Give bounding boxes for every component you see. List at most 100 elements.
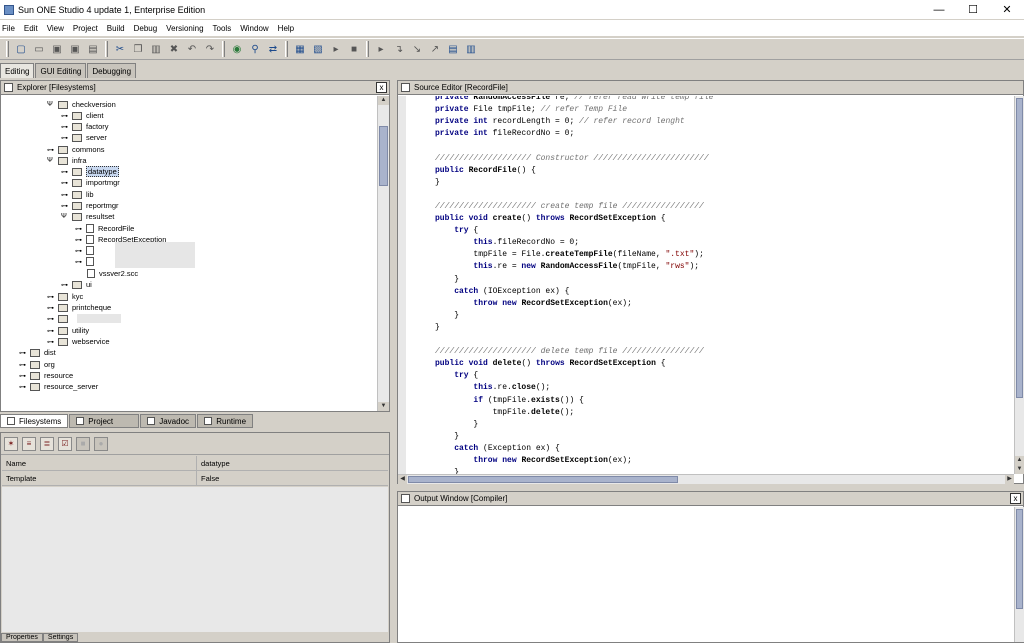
new-file-icon[interactable]: ▢ <box>13 41 29 57</box>
build-icon[interactable]: ▧ <box>310 41 326 57</box>
execute-icon[interactable]: ▸ <box>328 41 344 57</box>
code-line[interactable]: this.re = new RandomAccessFile(tmpFile, … <box>435 261 699 272</box>
tab-javadoc[interactable]: Javadoc <box>140 414 197 428</box>
paste-icon[interactable]: ▥ <box>148 41 164 57</box>
toolbar-grip[interactable] <box>222 41 225 57</box>
property-value[interactable]: False <box>197 471 388 485</box>
step-out-icon[interactable]: ↗ <box>427 41 443 57</box>
expand-handle-icon[interactable]: ⊶ <box>19 361 27 369</box>
expand-handle-icon[interactable]: ⊶ <box>19 383 27 391</box>
tree-node[interactable]: ⊶ org <box>19 359 55 370</box>
tree-node[interactable]: ⊶ commons <box>47 144 105 155</box>
tab-settings[interactable]: Settings <box>42 633 79 642</box>
expand-handle-icon[interactable]: ⊶ <box>61 112 69 120</box>
code-line[interactable]: } <box>435 322 440 333</box>
code-line[interactable]: tmpFile = File.createTempFile(fileName, … <box>435 249 703 260</box>
tab-debugging[interactable]: Debugging <box>87 63 137 78</box>
code-line[interactable]: } <box>435 419 478 430</box>
scroll-thumb[interactable] <box>408 476 678 483</box>
code-line[interactable]: } <box>435 177 440 188</box>
output-vertical-scrollbar[interactable] <box>1014 507 1024 642</box>
tab-project[interactable]: Project <box>69 414 140 428</box>
code-line[interactable]: } <box>435 431 459 442</box>
copy-icon[interactable]: ❐ <box>130 41 146 57</box>
menu-tools[interactable]: Tools <box>213 24 232 33</box>
editor-vertical-scrollbar[interactable]: ▲ ▼ <box>1014 96 1024 474</box>
scroll-thumb[interactable] <box>1016 98 1023 398</box>
tree-node[interactable]: Ψresultset <box>61 211 114 222</box>
expand-handle-icon[interactable]: ⊶ <box>47 146 55 154</box>
expand-handle-icon[interactable]: ⊶ <box>61 168 69 176</box>
tree-node[interactable]: Ψ <box>33 96 44 99</box>
minimize-button[interactable]: — <box>922 0 956 19</box>
tree-node[interactable]: ⊶ kyc <box>47 291 83 302</box>
tree-node[interactable]: ⊶ <box>75 245 98 256</box>
code-line[interactable]: } <box>435 274 459 285</box>
tab-editing[interactable]: Editing <box>0 63 35 78</box>
code-line[interactable]: //////////////////// Constructor ///////… <box>435 153 709 164</box>
tab-runtime[interactable]: Runtime <box>197 414 254 428</box>
explorer-vertical-scrollbar[interactable]: ▲ ▼ <box>377 96 389 411</box>
code-line[interactable]: this.fileRecordNo = 0; <box>435 237 579 248</box>
tab-gui-editing[interactable]: GUI Editing <box>35 63 87 78</box>
sort-by-name-icon[interactable]: ≡ <box>22 436 36 451</box>
output-text-area[interactable] <box>398 507 1014 642</box>
expand-handle-icon[interactable]: ⊶ <box>47 338 55 346</box>
collapse-handle-icon[interactable]: Ψ <box>61 213 69 220</box>
collapse-handle-icon[interactable]: Ψ <box>47 157 55 164</box>
code-line[interactable]: public RecordFile() { <box>435 165 536 176</box>
expand-handle-icon[interactable]: ⊶ <box>61 134 69 142</box>
tree-node[interactable]: ⊶ client <box>61 110 104 121</box>
code-line[interactable]: } <box>435 467 459 474</box>
tree-node[interactable]: ⊶ resource_server <box>19 381 98 392</box>
toolbar-grip[interactable] <box>105 41 108 57</box>
menu-project[interactable]: Project <box>73 24 98 33</box>
menu-view[interactable]: View <box>47 24 64 33</box>
menu-build[interactable]: Build <box>107 24 125 33</box>
save-icon[interactable]: ▣ <box>49 41 65 57</box>
expand-handle-icon[interactable]: ⊶ <box>19 349 27 357</box>
table-row[interactable]: Template False <box>2 471 388 486</box>
tree-node[interactable]: ⊶ <box>47 313 72 324</box>
replace-icon[interactable]: ⇄ <box>265 41 281 57</box>
code-line[interactable]: catch (IOException ex) { <box>435 286 569 297</box>
sort-by-type-icon[interactable]: ≣ <box>40 436 54 451</box>
scroll-thumb[interactable] <box>1016 509 1023 609</box>
code-line[interactable]: public void create() throws RecordSetExc… <box>435 213 666 224</box>
menu-versioning[interactable]: Versioning <box>166 24 203 33</box>
expand-handle-icon[interactable]: ⊶ <box>75 236 83 244</box>
code-line[interactable]: tmpFile.delete(); <box>435 407 575 418</box>
tree-node[interactable]: ⊶ RecordFile <box>75 223 134 234</box>
code-line[interactable]: catch (Exception ex) { <box>435 443 560 454</box>
delete-icon[interactable]: ✖ <box>166 41 182 57</box>
code-line[interactable]: this.re.close(); <box>435 382 550 393</box>
tab-filesystems[interactable]: Filesystems <box>0 414 69 428</box>
help-icon[interactable]: ● <box>94 436 108 451</box>
tree-node[interactable]: ⊶ webservice <box>47 336 110 347</box>
close-button[interactable]: ✕ <box>990 0 1024 19</box>
output-close-button[interactable]: x <box>1010 493 1021 504</box>
tree-node[interactable]: ⊶ dist <box>19 347 56 358</box>
breakpoint-icon[interactable]: ▤ <box>445 41 461 57</box>
expand-handle-icon[interactable]: ⊶ <box>61 191 69 199</box>
web-browser-icon[interactable]: ◉ <box>229 41 245 57</box>
scroll-down-icon[interactable]: ▼ <box>378 402 389 411</box>
table-row[interactable]: Name datatype <box>2 456 388 471</box>
property-value[interactable]: datatype <box>197 456 388 470</box>
code-line[interactable]: ///////////////////// create temp file /… <box>435 201 704 212</box>
print-icon[interactable]: ▤ <box>85 41 101 57</box>
tree-node[interactable]: ⊶ reportmgr <box>61 200 119 211</box>
editor-horizontal-scrollbar[interactable]: ◀ ▶ <box>398 474 1014 484</box>
tree-node[interactable]: ⊶ lib <box>61 189 94 200</box>
menu-file[interactable]: File <box>2 24 15 33</box>
code-line[interactable]: private int fileRecordNo = 0; <box>435 128 574 139</box>
tree-node[interactable]: Ψcheckversion <box>47 99 116 110</box>
tree-node[interactable]: vssver2.scc <box>87 268 138 279</box>
watch-icon[interactable]: ▥ <box>463 41 479 57</box>
code-line[interactable]: try { <box>435 225 478 236</box>
code-line[interactable]: } <box>435 310 459 321</box>
tab-properties[interactable]: Properties <box>1 633 43 642</box>
compile-icon[interactable]: ▦ <box>292 41 308 57</box>
collapse-handle-icon[interactable]: Ψ <box>33 96 41 97</box>
scroll-thumb[interactable] <box>379 126 388 186</box>
